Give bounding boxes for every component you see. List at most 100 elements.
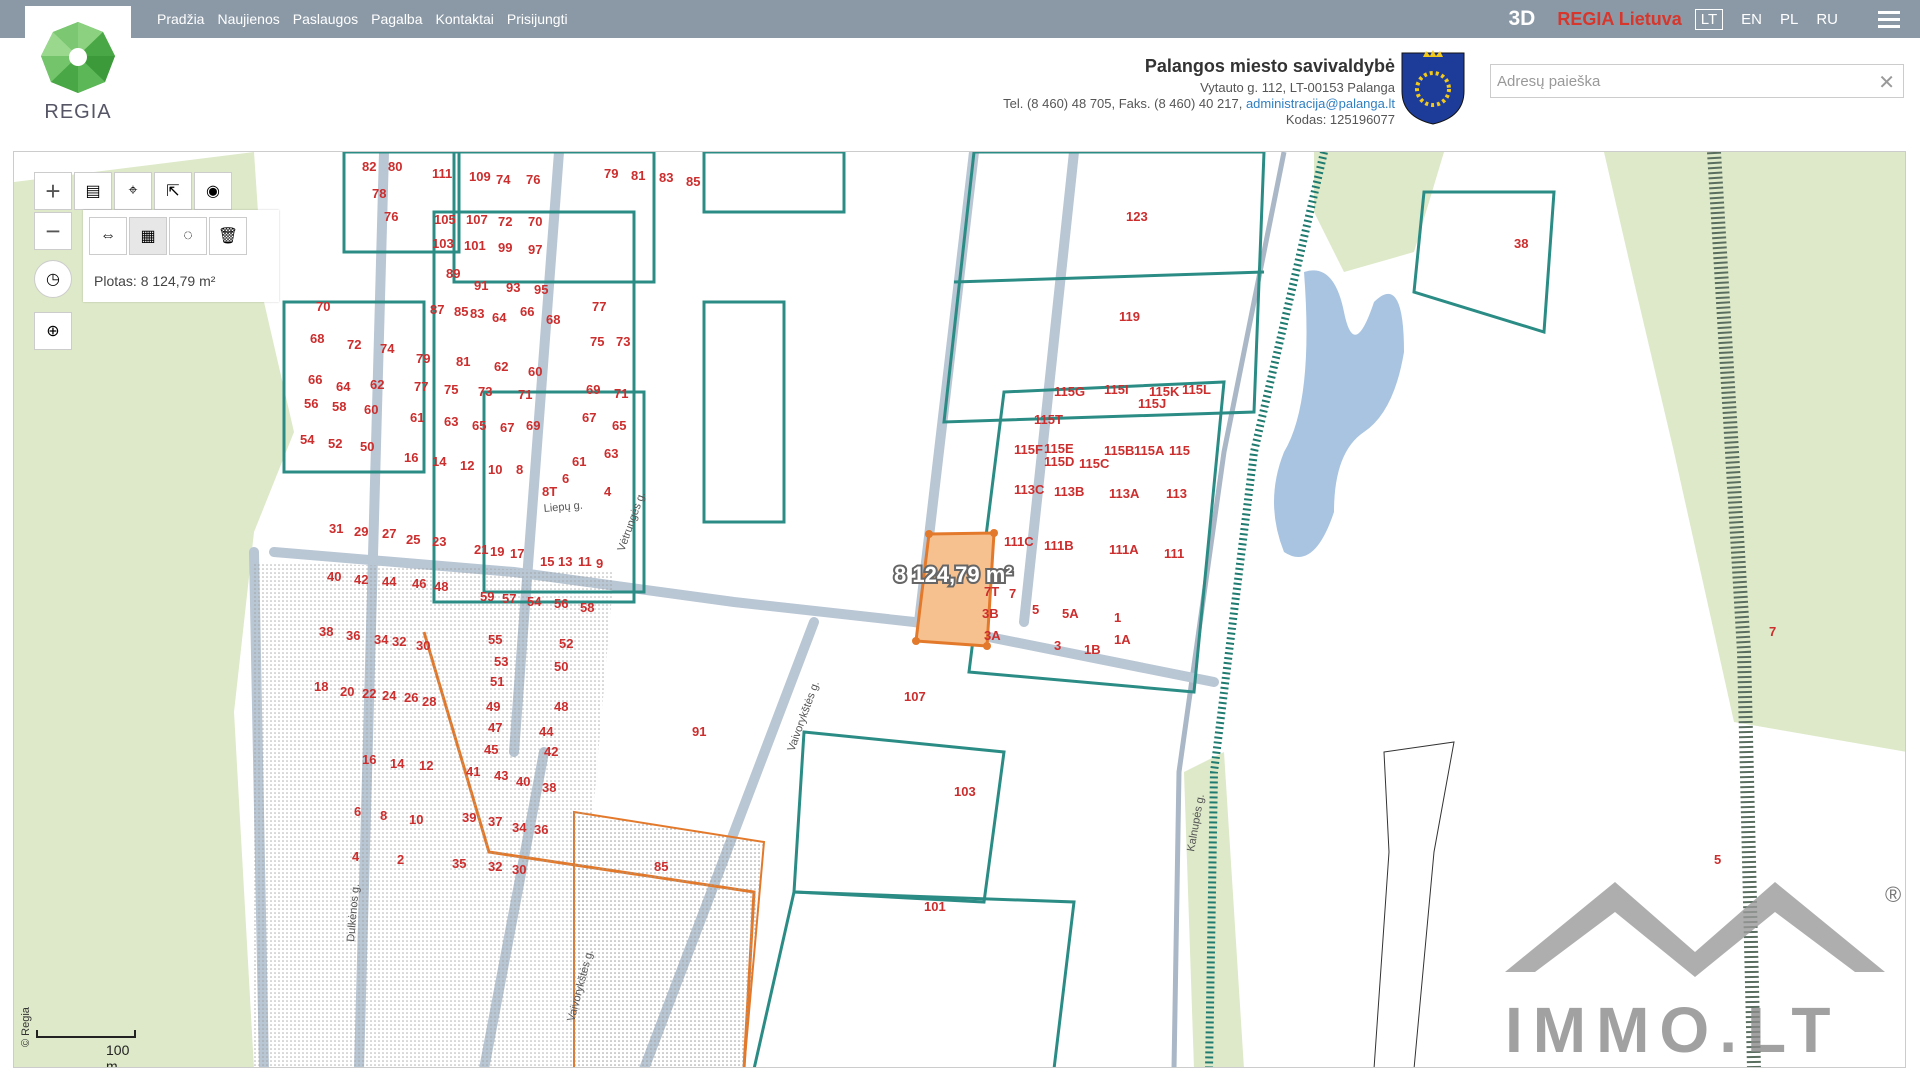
- municipality-address: Vytauto g. 112, LT-00153 Palanga: [1200, 80, 1395, 95]
- parcel-label: 103: [432, 236, 454, 251]
- parcel-label: 66: [308, 372, 322, 387]
- top-right-controls: 3D REGIA Lietuva LT EN PL RU: [1509, 0, 1920, 38]
- parcel-label: 76: [384, 209, 398, 224]
- parcel-label: 43: [494, 768, 508, 783]
- nav-news[interactable]: Naujienos: [217, 11, 279, 27]
- lang-pl[interactable]: PL: [1780, 11, 1798, 28]
- parcel-label: 99: [498, 240, 512, 255]
- parcel-label: 71: [614, 386, 628, 401]
- address-search-input[interactable]: [1491, 65, 1863, 97]
- parcel-label: 42: [354, 572, 368, 587]
- forest-area-east: [1604, 152, 1905, 752]
- layers-button[interactable]: ▤: [74, 172, 112, 210]
- parcel-label: 55: [488, 632, 502, 647]
- lang-lt[interactable]: LT: [1694, 8, 1724, 30]
- parcel-label: 64: [492, 310, 507, 325]
- parcel-label: 38: [542, 780, 556, 795]
- map-canvas[interactable]: 82 807876111 109 74 76 79 81 83 85105 107 72 70103 1…: [14, 152, 1906, 1068]
- nav-services[interactable]: Paslaugos: [293, 11, 358, 27]
- parcel-label: 3A: [984, 628, 1001, 643]
- nav-help[interactable]: Pagalba: [371, 11, 422, 27]
- parcel-label: 57: [502, 591, 516, 606]
- parcel-label: 119: [1119, 309, 1140, 324]
- parcel-label: 48: [554, 699, 568, 714]
- plus-icon: +: [45, 175, 61, 206]
- 3d-button[interactable]: 3D: [1509, 7, 1536, 31]
- parcel-label: 54: [527, 594, 542, 609]
- parcel-label: 34: [512, 820, 527, 835]
- gps-button[interactable]: ⊕: [34, 312, 72, 350]
- parcel-label: 105: [434, 212, 456, 227]
- parcel-label: 50: [554, 659, 568, 674]
- lang-ru[interactable]: RU: [1816, 11, 1838, 28]
- nav-contacts[interactable]: Kontaktai: [436, 11, 494, 27]
- locate-button[interactable]: ◉: [194, 172, 232, 210]
- measure-radius-button[interactable]: ◌: [169, 217, 207, 255]
- dotted-parcel-85: [573, 810, 766, 1067]
- parcel-label: 107: [904, 689, 926, 704]
- selected-parcel[interactable]: [914, 531, 996, 648]
- zoom-out-button[interactable]: −: [34, 212, 72, 250]
- parcel-label: 19: [490, 544, 504, 559]
- parcel-label: 115C: [1079, 456, 1110, 471]
- parcel-label: 68: [310, 331, 324, 346]
- parcel-label: 9: [596, 556, 603, 571]
- parcel-label: 10: [409, 812, 423, 827]
- parcel-label: 23: [432, 534, 446, 549]
- parcel-label: 48: [434, 579, 448, 594]
- parcel-label: 12: [419, 758, 433, 773]
- parcel-grid-east: [752, 152, 1556, 1067]
- zoom-in-button[interactable]: +: [34, 172, 72, 210]
- parcel-label: 103: [954, 784, 976, 799]
- parcel-label: 34: [374, 632, 389, 647]
- parcel-label: 113: [1166, 486, 1187, 501]
- brand-regia-lietuva[interactable]: REGIA Lietuva: [1557, 9, 1681, 30]
- parcel-label: 40: [327, 569, 341, 584]
- parcel-label: 65: [612, 418, 626, 433]
- parcel-label: 74: [380, 341, 395, 356]
- parcel-label: 7: [1009, 586, 1016, 601]
- parcel-label: 11: [578, 554, 592, 569]
- parcel-label: 18: [314, 679, 328, 694]
- parcel-label: 115F: [1014, 442, 1043, 457]
- parcel-label: 111: [432, 166, 452, 181]
- parcel-label: 82: [362, 159, 376, 174]
- parcel-label: 115L: [1182, 382, 1211, 397]
- parcel-label: 77: [414, 379, 428, 394]
- map-copyright: © Regia: [20, 1007, 32, 1047]
- scale-line: [36, 1030, 136, 1038]
- parcel-label: 79: [416, 351, 430, 366]
- regia-logo[interactable]: REGIA: [25, 6, 131, 126]
- parcel-label: 70: [528, 214, 542, 229]
- parcel-label: 3: [1054, 638, 1061, 653]
- share-button[interactable]: ⇱: [154, 172, 192, 210]
- delete-measure-button[interactable]: 🗑: [209, 217, 247, 255]
- nav-login[interactable]: Prisijungti: [507, 11, 568, 27]
- parcel-label: 8: [516, 462, 523, 477]
- parcel-label: 38: [319, 624, 333, 639]
- parcel-label: 91: [692, 724, 706, 739]
- measure-distance-button[interactable]: ⇔: [89, 217, 127, 255]
- parcel-label: 85: [686, 174, 700, 189]
- parcel-label: 32: [392, 634, 406, 649]
- parcel-label: 87: [430, 302, 444, 317]
- parcel-label: 89: [446, 266, 460, 281]
- parcel-label: 51: [490, 674, 504, 689]
- clear-search-icon[interactable]: ✕: [1878, 70, 1895, 95]
- parcel-label: 13: [558, 554, 572, 569]
- compass-button[interactable]: ◷: [34, 260, 72, 298]
- measure-area-button[interactable]: ▦: [129, 217, 167, 255]
- parcel-label: 72: [347, 337, 361, 352]
- lang-en[interactable]: EN: [1741, 11, 1762, 28]
- parcel-label: 76: [526, 172, 540, 187]
- parcel-label: 53: [494, 654, 508, 669]
- nav-home[interactable]: Pradžia: [157, 11, 204, 27]
- parcel-label: 66: [520, 304, 534, 319]
- marker-button[interactable]: ⌖: [114, 172, 152, 210]
- parcel-label: 3B: [982, 606, 999, 621]
- map-view[interactable]: 82 80 78 76 111 109 74 76 79 81 83 85 105 107 72 70 103 1…: [13, 151, 1906, 1068]
- menu-icon[interactable]: [1878, 7, 1900, 32]
- parcel-label: 115G: [1054, 384, 1085, 399]
- municipality-email[interactable]: administracija@palanga.lt: [1246, 96, 1395, 111]
- parcel-label: 69: [586, 382, 600, 397]
